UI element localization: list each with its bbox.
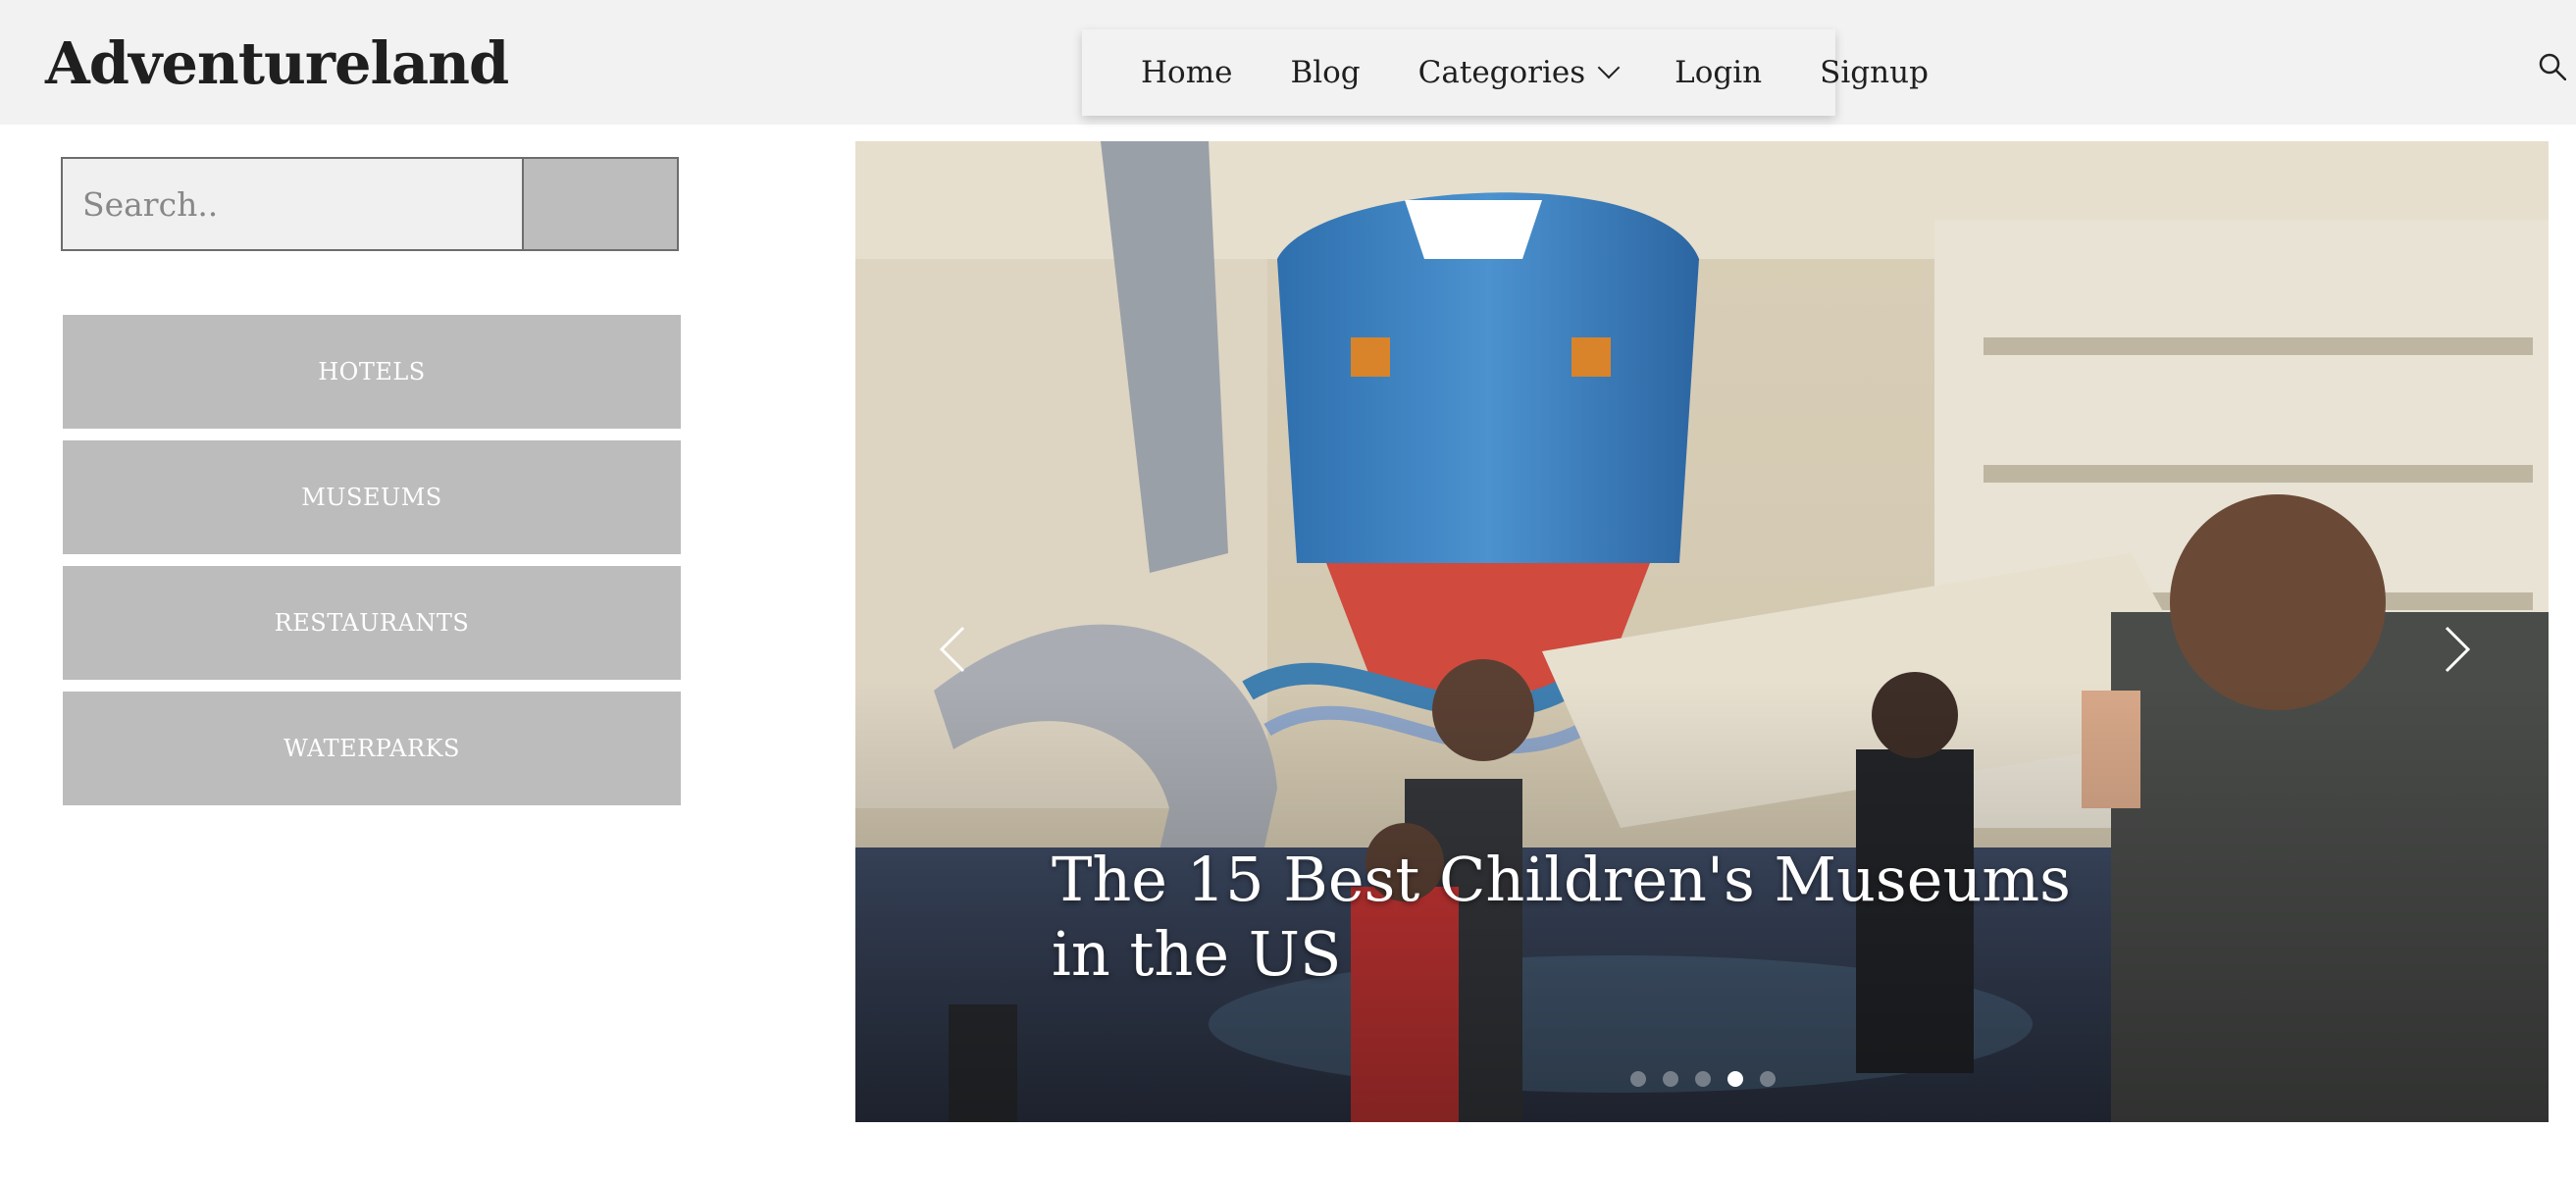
category-museums-button[interactable]: MUSEUMS	[63, 440, 681, 554]
main-nav: Home Blog Categories Login Signup	[1082, 29, 1929, 116]
carousel-dot[interactable]	[1695, 1071, 1711, 1087]
hero-carousel[interactable]: The 15 Best Children's Museums in the US	[855, 141, 2549, 1122]
nav-login-label: Login	[1674, 55, 1763, 90]
nav-home-label: Home	[1141, 55, 1233, 90]
category-hotels-button[interactable]: HOTELS	[63, 315, 681, 429]
site-header: Adventureland Home Blog Categories Login…	[0, 0, 2576, 125]
nav-categories[interactable]: Categories	[1417, 55, 1621, 90]
nav-signup-label: Signup	[1820, 55, 1929, 90]
category-waterparks-button[interactable]: WATERPARKS	[63, 692, 681, 805]
chevron-right-icon[interactable]	[2437, 620, 2476, 679]
carousel-dot[interactable]	[1663, 1071, 1678, 1087]
nav-login[interactable]: Login	[1674, 55, 1762, 90]
carousel-indicators	[1630, 1071, 1792, 1087]
chevron-left-icon[interactable]	[934, 620, 973, 679]
category-restaurants-button[interactable]: RESTAURANTS	[63, 566, 681, 680]
nav-signup[interactable]: Signup	[1820, 55, 1929, 90]
nav-blog-label: Blog	[1290, 55, 1361, 90]
search-icon[interactable]	[2539, 53, 2566, 80]
nav-blog[interactable]: Blog	[1290, 55, 1360, 90]
carousel-dot[interactable]	[1760, 1071, 1776, 1087]
chevron-down-icon	[1597, 56, 1621, 79]
carousel-dot[interactable]	[1630, 1071, 1646, 1087]
search-button[interactable]	[524, 159, 677, 249]
nav-categories-label: Categories	[1417, 55, 1586, 90]
sidebar-search	[61, 157, 679, 251]
category-list: HOTELS MUSEUMS RESTAURANTS WATERPARKS	[63, 315, 681, 817]
carousel-dot[interactable]	[1727, 1071, 1743, 1087]
nav-home[interactable]: Home	[1141, 55, 1232, 90]
search-input[interactable]	[63, 159, 524, 249]
site-logo[interactable]: Adventureland	[45, 29, 509, 97]
slide-caption[interactable]: The 15 Best Children's Museums in the US	[1052, 843, 2131, 992]
